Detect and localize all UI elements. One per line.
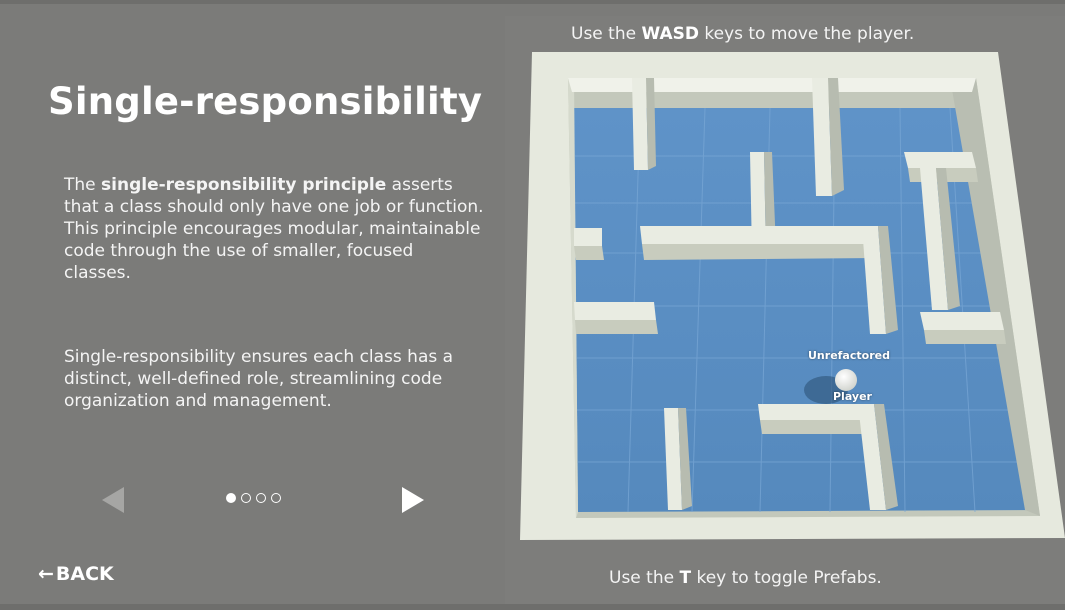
- prev-page-icon[interactable]: [102, 487, 124, 513]
- top-inner-wall: [568, 78, 976, 92]
- lesson-paragraph-2: Single-responsibility ensures each class…: [64, 347, 454, 411]
- player-ball: [835, 369, 857, 391]
- back-label: BACK: [55, 563, 114, 585]
- para1-lead: The: [64, 175, 102, 195]
- toggle-hint: Use the T key to toggle Prefabs.: [609, 568, 882, 588]
- hint-bottom-pre: Use the: [609, 568, 680, 588]
- hint-top-key: WASD: [641, 24, 699, 44]
- back-arrow-icon: ←: [38, 563, 54, 585]
- movement-hint: Use the WASD keys to move the player.: [571, 24, 914, 44]
- page-dot-4[interactable]: [271, 493, 281, 503]
- hint-top-pre: Use the: [571, 24, 642, 44]
- lesson-title: Single-responsibility: [48, 80, 483, 123]
- maze-scene: [520, 52, 1065, 540]
- unrefactored-label: Unrefactored: [808, 349, 890, 362]
- back-button[interactable]: ← BACK: [38, 563, 114, 585]
- lesson-paragraph-1: The single-responsibility principle asse…: [64, 174, 484, 284]
- next-page-icon[interactable]: [402, 487, 424, 513]
- page-dot-3[interactable]: [256, 493, 266, 503]
- page-dot-1[interactable]: [226, 493, 236, 503]
- hint-top-post: keys to move the player.: [698, 24, 915, 44]
- bottom-border: [0, 604, 1065, 610]
- lesson-panel: Single-responsibility The single-respons…: [0, 0, 510, 610]
- hint-bottom-post: key to toggle Prefabs.: [691, 568, 882, 588]
- player-label: Player: [833, 390, 872, 403]
- page-indicator: [226, 493, 281, 503]
- hint-bottom-key: T: [679, 568, 692, 588]
- para1-bold-term: single-responsibility principle: [101, 175, 387, 195]
- page-dot-2[interactable]: [241, 493, 251, 503]
